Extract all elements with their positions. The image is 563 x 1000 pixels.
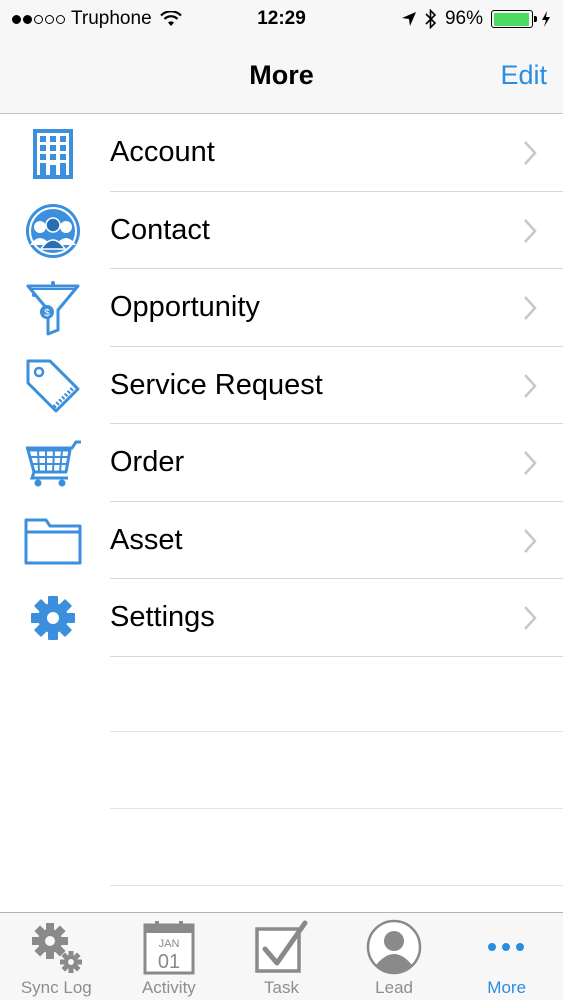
edit-button[interactable]: Edit: [500, 60, 547, 91]
menu-item-asset[interactable]: Asset: [0, 502, 563, 579]
folder-icon: [24, 512, 82, 570]
menu-item-service-request[interactable]: Service Request: [0, 347, 563, 424]
menu-item-label: Asset: [110, 523, 183, 556]
tab-more[interactable]: More: [450, 913, 563, 1000]
tab-activity[interactable]: JAN 01 Activity: [113, 913, 226, 1000]
chevron-right-icon: [524, 606, 537, 630]
menu-item-label: Settings: [110, 601, 215, 633]
tab-label: Task: [264, 978, 299, 997]
empty-row-divider: [110, 731, 563, 732]
tab-label: Activity: [141, 978, 196, 997]
page-title: More: [249, 60, 314, 90]
chevron-right-icon: [524, 141, 537, 165]
chevron-right-icon: [524, 451, 537, 475]
menu-item-label: Contact: [110, 213, 210, 246]
menu-item-order[interactable]: Order: [0, 424, 563, 502]
chevron-right-icon: [524, 373, 537, 398]
tab-sync-log[interactable]: Sync Log: [0, 913, 113, 1000]
more-menu-list: Account Contact $ Opportunity Service Re…: [0, 114, 563, 657]
status-bar: Truphone 12:29 96%: [0, 0, 563, 40]
calendar-day: 01: [157, 951, 179, 973]
menu-item-label: Account: [110, 136, 215, 168]
tab-bar: Sync Log JAN 01 Activity Task Lead More: [0, 912, 563, 1000]
row-divider: [110, 655, 563, 657]
chevron-right-icon: [524, 528, 537, 553]
bluetooth-icon: [425, 9, 437, 29]
menu-item-label: Service Request: [110, 368, 323, 401]
cart-icon: [24, 434, 82, 492]
battery-icon: [491, 10, 537, 28]
location-arrow-icon: [401, 12, 416, 26]
calendar-icon: JAN 01: [143, 921, 195, 975]
empty-row-divider: [110, 885, 563, 886]
gears-icon: [32, 923, 82, 973]
empty-row-divider: [110, 808, 563, 809]
calendar-month: JAN: [158, 938, 179, 950]
person-icon: [366, 919, 422, 975]
menu-item-label: Order: [110, 446, 185, 478]
chevron-right-icon: [524, 218, 537, 243]
tab-lead[interactable]: Lead: [338, 913, 451, 1000]
tab-label: More: [487, 978, 527, 997]
charging-bolt-icon: [542, 11, 550, 27]
menu-item-account[interactable]: Account: [0, 114, 563, 192]
menu-item-settings[interactable]: Settings: [0, 579, 563, 657]
status-right: 96%: [401, 8, 551, 30]
tag-icon: [24, 357, 82, 415]
contacts-icon: [24, 202, 82, 260]
building-icon: [24, 124, 82, 182]
tab-task[interactable]: Task: [225, 913, 338, 1000]
gear-icon: [24, 589, 82, 647]
tab-label: Lead: [375, 978, 413, 997]
tab-label: Sync Log: [20, 978, 92, 997]
battery-percent: 96%: [444, 8, 483, 29]
checkbox-icon: [255, 920, 308, 973]
menu-item-label: Opportunity: [110, 291, 260, 323]
menu-item-contact[interactable]: Contact: [0, 192, 563, 269]
funnel-icon: $: [24, 279, 82, 337]
chevron-right-icon: [524, 296, 537, 320]
svg-text:$: $: [44, 308, 50, 319]
more-dots-icon: [488, 943, 525, 951]
navigation-bar: More Edit: [0, 40, 563, 114]
menu-item-opportunity[interactable]: $ Opportunity: [0, 269, 563, 347]
